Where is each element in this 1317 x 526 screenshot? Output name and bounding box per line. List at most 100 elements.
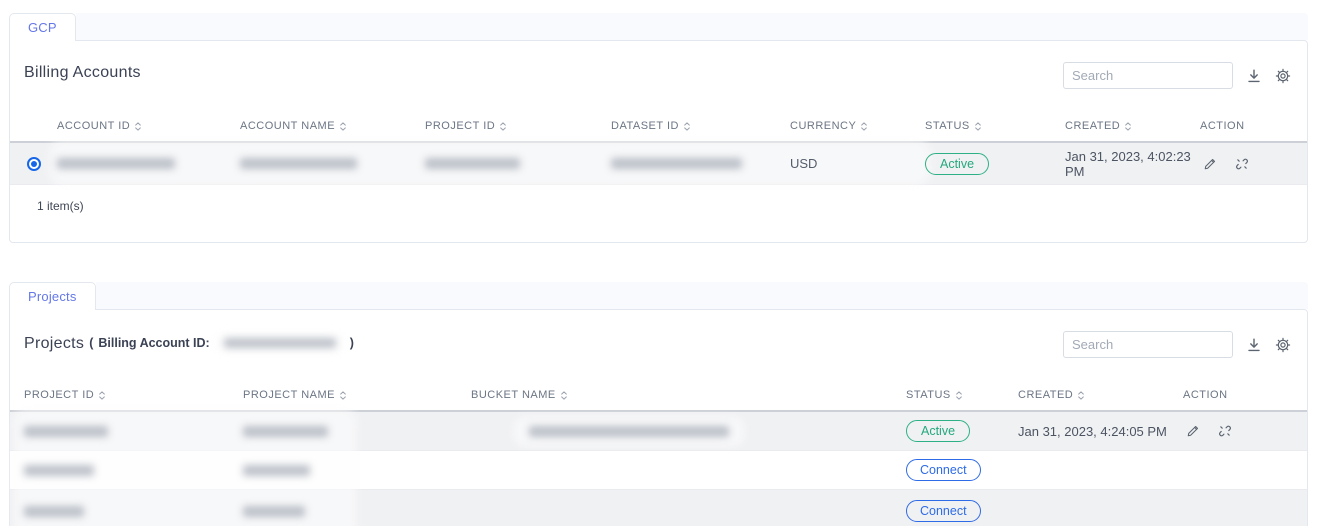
edit-icon[interactable] — [1202, 156, 1218, 172]
radio-selected-icon[interactable] — [27, 157, 41, 171]
redacted-bucket-name — [529, 426, 729, 437]
column-header-action: ACTION — [1200, 120, 1307, 132]
projects-card: Projects ( Billing Account ID: ) — [9, 309, 1308, 526]
projects-table-header: PROJECT ID PROJECT NAME BUCKET NAME STAT… — [10, 380, 1307, 410]
tab-projects[interactable]: Projects — [9, 282, 96, 310]
bucket-name-cell — [471, 422, 906, 441]
redacted-project-id — [425, 158, 520, 169]
sort-icon — [134, 121, 142, 132]
sort-icon — [1077, 390, 1085, 401]
column-header-currency[interactable]: CURRENCY — [790, 120, 925, 132]
status-cell: Connect — [906, 459, 1018, 481]
column-header-account-id[interactable]: ACCOUNT ID — [57, 120, 240, 132]
project-name-cell — [243, 506, 471, 517]
account-name-cell — [240, 158, 425, 169]
edit-icon[interactable] — [1185, 423, 1201, 439]
project-id-cell — [10, 465, 243, 476]
status-badge: Active — [906, 420, 970, 442]
redacted-project-name — [243, 506, 305, 517]
billing-card-header: Billing Accounts — [10, 41, 1307, 86]
column-header-account-name[interactable]: ACCOUNT NAME — [240, 120, 425, 132]
connect-button[interactable]: Connect — [906, 500, 981, 522]
tab-gcp[interactable]: GCP — [9, 13, 76, 41]
column-header-project-id[interactable]: PROJECT ID — [425, 120, 611, 132]
redacted-dataset-id — [611, 158, 742, 169]
billing-account-id-label: Billing Account ID: — [98, 336, 209, 350]
gear-icon[interactable] — [1275, 337, 1291, 353]
action-cell — [1183, 423, 1307, 439]
column-header-action: ACTION — [1183, 389, 1307, 401]
sort-icon — [1124, 121, 1132, 132]
sort-icon — [683, 121, 691, 132]
items-count: 1 item(s) — [10, 185, 1307, 213]
redacted-account-name — [240, 158, 357, 169]
projects-toolbar — [1063, 331, 1291, 358]
sort-icon — [560, 390, 568, 401]
sort-icon — [860, 121, 868, 132]
project-id-cell — [10, 506, 243, 517]
status-cell: Connect — [906, 500, 1018, 522]
column-header-created[interactable]: CREATED — [1065, 120, 1200, 132]
column-header-project-name[interactable]: PROJECT NAME — [243, 389, 471, 401]
tab-gcp-label: GCP — [28, 20, 57, 35]
billing-accounts-panel: GCP Billing Accounts — [9, 13, 1308, 243]
column-header-status[interactable]: STATUS — [925, 120, 1065, 132]
redacted-project-id — [24, 465, 94, 476]
projects-title-group: Projects ( Billing Account ID: ) — [24, 333, 354, 353]
redacted-billing-account-id — [218, 336, 342, 350]
status-cell: Active — [925, 153, 1065, 175]
sort-icon — [974, 121, 982, 132]
redacted-account-id — [57, 158, 175, 169]
sort-icon — [955, 390, 963, 401]
sort-icon — [339, 390, 347, 401]
billing-tabbar: GCP — [9, 13, 1308, 40]
column-header-project-id[interactable]: PROJECT ID — [10, 389, 243, 401]
redacted-project-name — [243, 465, 310, 476]
column-header-status[interactable]: STATUS — [906, 389, 1018, 401]
column-header-created[interactable]: CREATED — [1018, 389, 1183, 401]
project-name-cell — [243, 426, 471, 437]
connect-button[interactable]: Connect — [906, 459, 981, 481]
billing-table-body: USD Active Jan 31, 2023, 4:02:23 PM 1 it… — [10, 143, 1307, 213]
status-cell: Active — [906, 420, 1018, 442]
account-id-cell — [57, 158, 240, 169]
download-icon[interactable] — [1246, 337, 1262, 353]
created-cell: Jan 31, 2023, 4:24:05 PM — [1018, 424, 1183, 439]
subtitle-paren-close: ) — [350, 336, 354, 350]
column-header-bucket-name[interactable]: BUCKET NAME — [471, 389, 906, 401]
created-cell: Jan 31, 2023, 4:02:23 PM — [1065, 149, 1200, 179]
redacted-project-id — [24, 506, 84, 517]
dataset-id-cell — [611, 158, 790, 169]
tabbar-spacer — [76, 13, 1308, 40]
tabbar-spacer — [96, 282, 1308, 309]
action-cell — [1200, 156, 1307, 172]
row-select-cell — [10, 157, 57, 171]
projects-search-input[interactable] — [1063, 331, 1233, 358]
gear-icon[interactable] — [1275, 68, 1291, 84]
project-id-cell — [425, 158, 611, 169]
projects-title: Projects — [24, 335, 84, 353]
sort-icon — [98, 390, 106, 401]
billing-accounts-card: Billing Accounts ACCOUNT — [9, 40, 1308, 243]
billing-table-header: ACCOUNT ID ACCOUNT NAME PROJECT ID DATAS… — [10, 111, 1307, 141]
redacted-project-name — [243, 426, 328, 437]
unlink-icon[interactable] — [1234, 156, 1250, 172]
billing-account-row[interactable]: USD Active Jan 31, 2023, 4:02:23 PM — [10, 143, 1307, 185]
projects-table-body: Active Jan 31, 2023, 4:24:05 PM — [10, 412, 1307, 526]
status-badge: Active — [925, 153, 989, 175]
sort-icon — [339, 121, 347, 132]
column-header-dataset-id[interactable]: DATASET ID — [611, 120, 790, 132]
projects-card-header: Projects ( Billing Account ID: ) — [10, 310, 1307, 355]
projects-tabbar: Projects — [9, 282, 1308, 309]
redacted-project-id — [24, 426, 108, 437]
tab-projects-label: Projects — [28, 289, 77, 304]
billing-search-input[interactable] — [1063, 62, 1233, 89]
projects-panel: Projects Projects ( Billing Account ID: … — [9, 282, 1308, 526]
subtitle-paren-open: ( — [89, 336, 93, 350]
currency-cell: USD — [790, 156, 925, 171]
download-icon[interactable] — [1246, 68, 1262, 84]
billing-toolbar — [1063, 62, 1291, 89]
unlink-icon[interactable] — [1217, 423, 1233, 439]
sort-icon — [499, 121, 507, 132]
billing-title: Billing Accounts — [24, 64, 141, 82]
